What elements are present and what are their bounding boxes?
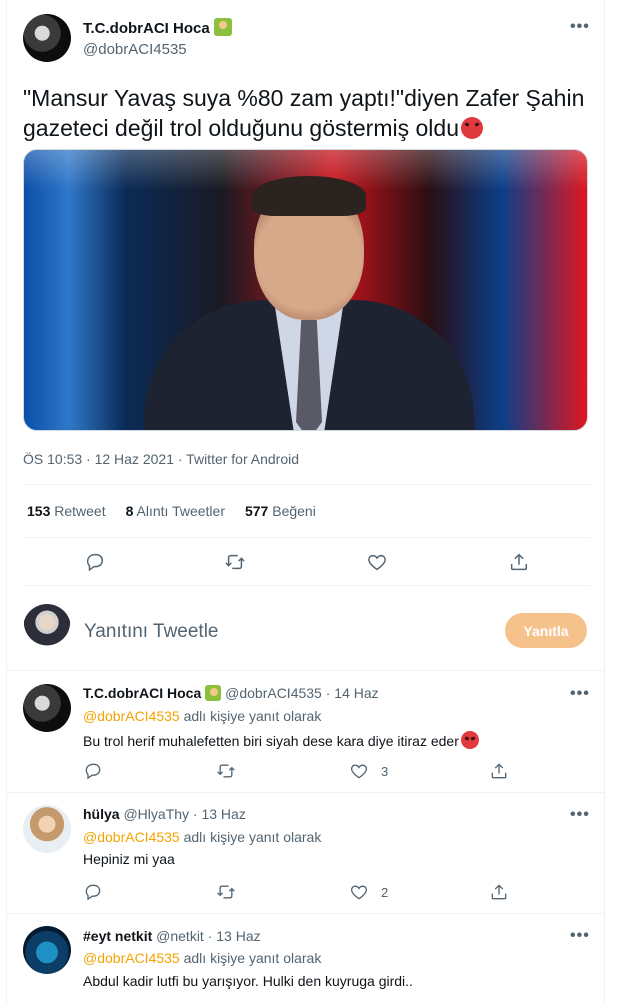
reply-submit-button[interactable]: Yanıtla: [505, 613, 587, 648]
retweet-icon: [225, 554, 245, 570]
tweet-stats: 153 Retweet 8 Alıntı Tweetler 577 Beğeni: [27, 503, 316, 519]
reply-author-name[interactable]: T.C.dobrACI Hoca: [83, 685, 201, 701]
retweet-count: 153: [27, 503, 51, 519]
reply-author-handle[interactable]: @netkit: [156, 928, 204, 944]
share-icon: [491, 763, 507, 779]
reply-button[interactable]: [83, 882, 103, 902]
angry-face-emoji: [460, 731, 479, 749]
reply-button[interactable]: [83, 761, 103, 781]
tweet-timestamp[interactable]: ÖS 10:53 · 12 Haz 2021 · Twitter for And…: [23, 451, 299, 467]
reply-text: Abdul kadir lutfi bu yarışıyor. Hulki de…: [83, 973, 413, 989]
author-name[interactable]: T.C.dobrACI Hoca: [83, 20, 210, 37]
reply-icon: [86, 553, 104, 572]
replying-to: @dobrACI4535 adlı kişiye yanıt olarak: [83, 829, 321, 845]
teacher-emoji: [213, 18, 232, 36]
replying-to-suffix: adlı kişiye yanıt olarak: [183, 829, 322, 845]
reply-header: #eyt netkit @netkit · 13 Haz: [83, 928, 261, 944]
more-icon[interactable]: •••: [570, 18, 590, 36]
retweet-button[interactable]: [216, 882, 236, 902]
like-button[interactable]: 2: [349, 882, 388, 902]
replying-to: @dobrACI4535 adlı kişiye yanıt olarak: [83, 950, 321, 966]
reply-header: hülya @HlyaThy · 13 Haz: [83, 806, 246, 822]
like-icon: [368, 554, 386, 571]
divider: [6, 913, 605, 914]
divider: [22, 585, 590, 586]
replying-to-suffix: adlı kişiye yanıt olarak: [183, 708, 322, 724]
author-info[interactable]: T.C.dobrACI Hoca @dobrACI4535: [83, 18, 232, 58]
share-icon: [491, 884, 507, 900]
divider: [6, 670, 605, 671]
angry-face-emoji: [461, 117, 483, 139]
image-person: [144, 176, 474, 430]
reply-icon: [85, 763, 101, 780]
quote-count: 8: [125, 503, 134, 519]
like-icon: [350, 885, 368, 900]
replying-to-link[interactable]: @dobrACI4535: [83, 829, 180, 845]
reply-text: Bu trol herif muhalefetten biri siyah de…: [83, 733, 459, 749]
reply-text-row: Bu trol herif muhalefetten biri siyah de…: [83, 731, 479, 749]
replying-to-link[interactable]: @dobrACI4535: [83, 708, 180, 724]
retweet-button[interactable]: [224, 551, 246, 573]
reply-icon: [85, 884, 101, 901]
like-label: Beğeni: [272, 503, 316, 519]
reply-input[interactable]: Yanıtını Tweetle: [84, 621, 219, 643]
retweet-icon: [217, 885, 235, 899]
like-count: 2: [381, 884, 389, 900]
more-icon[interactable]: •••: [570, 806, 590, 824]
reply-header: T.C.dobrACI Hoca @dobrACI4535 · 14 Haz: [83, 685, 379, 701]
author-avatar[interactable]: [23, 14, 71, 62]
replying-to-suffix: adlı kişiye yanıt olarak: [183, 950, 322, 966]
share-icon: [510, 553, 528, 571]
reply-author-handle[interactable]: @HlyaThy: [123, 806, 189, 822]
more-icon[interactable]: •••: [570, 927, 590, 945]
share-button[interactable]: [489, 761, 509, 781]
teacher-emoji: [205, 685, 222, 701]
reply-avatar[interactable]: [23, 805, 71, 853]
reply-author-handle[interactable]: @dobrACI4535: [225, 685, 322, 701]
reply-time[interactable]: · 13 Haz: [193, 806, 246, 822]
like-button[interactable]: 3: [349, 761, 388, 781]
like-count: 3: [381, 763, 389, 779]
like-stat[interactable]: 577 Beğeni: [245, 503, 316, 519]
like-count: 577: [244, 503, 269, 519]
retweet-button[interactable]: [216, 761, 236, 781]
quote-stat[interactable]: 8 Alıntı Tweetler: [126, 503, 225, 519]
tweet-text-line-1: "Mansur Yavaş suya %80 zam yaptı!"diyen …: [23, 85, 585, 111]
reply-avatar[interactable]: [23, 684, 71, 732]
replying-to: @dobrACI4535 adlı kişiye yanıt olarak: [83, 708, 321, 724]
tweet-text-line-2: gazeteci değil trol olduğunu göstermiş o…: [23, 115, 459, 141]
reply-time[interactable]: · 14 Haz: [326, 685, 379, 701]
like-button[interactable]: [366, 551, 388, 573]
divider: [22, 537, 590, 538]
author-handle[interactable]: @dobrACI4535: [83, 41, 232, 58]
quote-label: Alıntı Tweetler: [136, 503, 225, 519]
divider: [22, 484, 590, 485]
image-hair: [252, 176, 366, 216]
reply-time[interactable]: · 13 Haz: [208, 928, 261, 944]
reply-avatar[interactable]: [23, 926, 71, 974]
reply-author-name[interactable]: #eyt netkit: [83, 928, 152, 944]
reply-button[interactable]: [84, 551, 106, 573]
more-icon[interactable]: •••: [570, 685, 590, 703]
share-button[interactable]: [489, 882, 509, 902]
current-user-avatar[interactable]: [23, 604, 71, 652]
tweet-image[interactable]: [23, 149, 588, 431]
divider: [6, 792, 605, 793]
like-icon: [350, 764, 368, 779]
replying-to-link[interactable]: @dobrACI4535: [83, 950, 180, 966]
retweet-label: Retweet: [54, 503, 106, 519]
retweet-stat[interactable]: 153 Retweet: [27, 503, 106, 519]
retweet-icon: [217, 764, 235, 778]
reply-text: Hepiniz mi yaa: [83, 851, 175, 867]
tweet-text: "Mansur Yavaş suya %80 zam yaptı!"diyen …: [23, 83, 593, 143]
share-button[interactable]: [508, 551, 530, 573]
reply-author-name[interactable]: hülya: [83, 806, 120, 822]
